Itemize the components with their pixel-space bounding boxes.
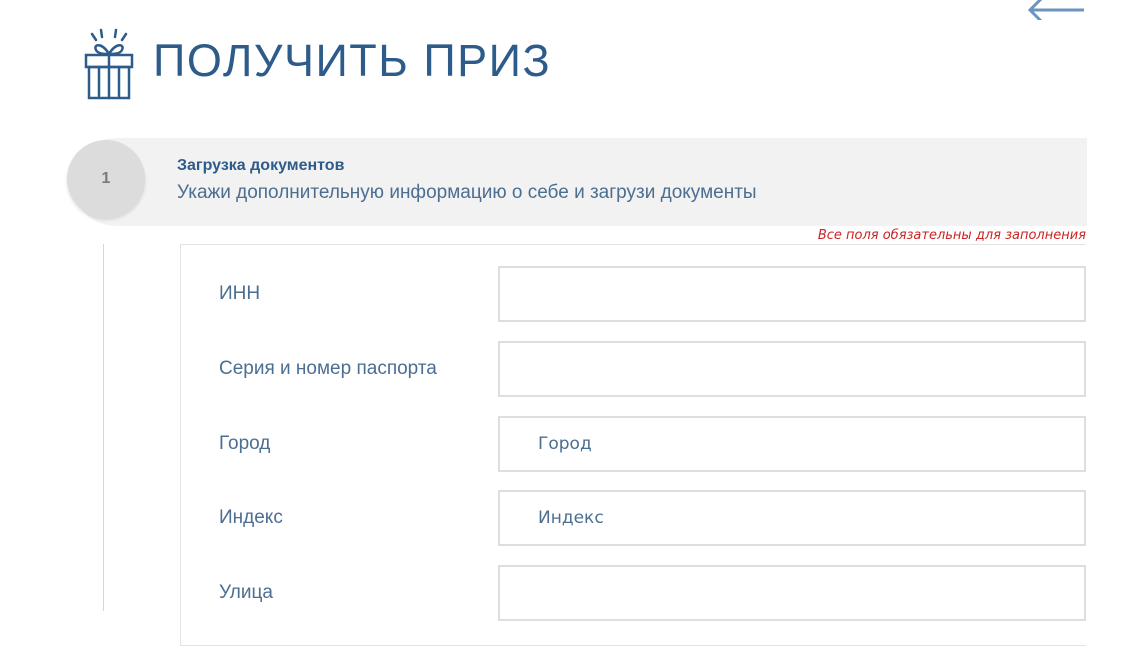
step-title: Загрузка документов — [177, 157, 345, 174]
inn-input[interactable] — [498, 266, 1086, 322]
step-subtitle: Укажи дополнительную информацию о себе и… — [177, 182, 757, 203]
index-input[interactable] — [498, 490, 1086, 546]
step-number-badge: 1 — [67, 140, 145, 218]
form-row-index: Индекс — [181, 490, 1086, 546]
required-fields-note: Все поля обязательны для заполнения — [817, 228, 1086, 243]
passport-label: Серия и номер паспорта — [219, 358, 437, 379]
inn-label: ИНН — [219, 283, 261, 304]
city-input[interactable] — [498, 416, 1086, 472]
form-row-passport: Серия и номер паспорта — [181, 341, 1086, 397]
form-row-street: Улица — [181, 565, 1086, 621]
back-arrow-icon[interactable] — [1026, 0, 1086, 20]
street-input[interactable] — [498, 565, 1086, 621]
gift-icon — [84, 28, 134, 100]
form-row-city: Город — [181, 416, 1086, 472]
form-row-inn: ИНН — [181, 266, 1086, 322]
street-label: Улица — [219, 582, 273, 603]
city-label: Город — [219, 433, 271, 454]
page-title: ПОЛУЧИТЬ ПРИЗ — [153, 35, 552, 86]
passport-input[interactable] — [498, 341, 1086, 397]
documents-form: ИНН Серия и номер паспорта Город Индекс … — [180, 244, 1086, 646]
step-timeline-line — [103, 244, 104, 611]
index-label: Индекс — [219, 507, 283, 528]
